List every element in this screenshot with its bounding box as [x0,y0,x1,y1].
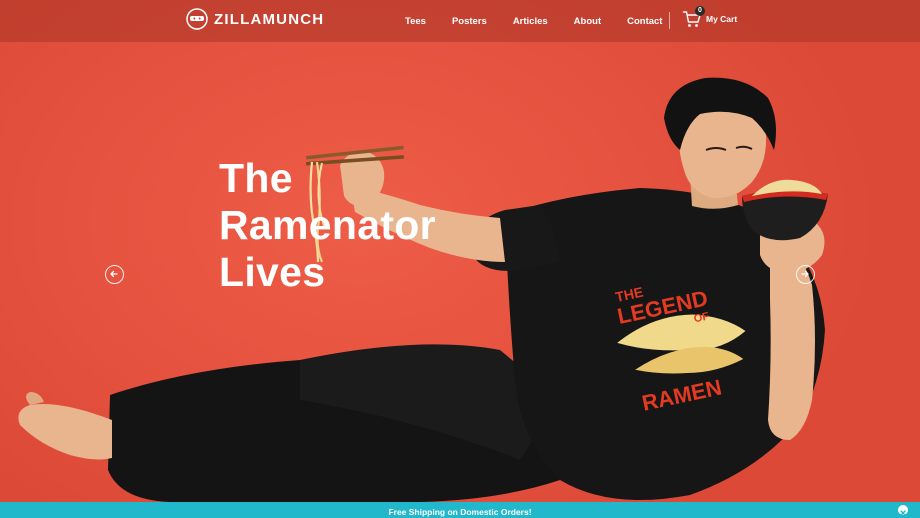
hero-headline: The Ramenator Lives [219,155,436,296]
promo-text: Free Shipping on Domestic Orders! [388,507,532,517]
nav-item-articles[interactable]: Articles [513,16,548,27]
brand-logo[interactable]: ZILLAMUNCH [186,7,324,31]
slider-prev-button[interactable] [105,265,124,284]
nav-divider [669,12,670,29]
close-icon [900,510,906,516]
slider-next-button[interactable] [796,265,815,284]
promo-bar: Free Shipping on Domestic Orders! [0,502,920,518]
page: THE LEGEND OF RAMEN The Ramenator Lives [0,0,920,518]
hero-photo: THE LEGEND OF RAMEN [18,77,828,502]
cart-button[interactable]: 0 My Cart [682,6,738,29]
promo-close-button[interactable] [898,505,908,516]
arrow-right-icon [801,270,809,278]
nav-item-tees[interactable]: Tees [405,16,426,27]
brand-name: ZILLAMUNCH [214,10,325,28]
nav-item-about[interactable]: About [574,16,601,27]
headline-line-1: The [219,155,293,201]
headline-line-3: Lives [219,249,326,295]
cart-label: My Cart [706,14,738,24]
ninja-face-icon [186,8,208,30]
nav-item-posters[interactable]: Posters [452,16,487,27]
nav-item-contact[interactable]: Contact [627,16,662,27]
hero-slide: THE LEGEND OF RAMEN The Ramenator Lives [0,0,920,518]
cart-count-badge: 0 [695,6,705,16]
headline-line-2: Ramenator [219,202,436,248]
arrow-left-icon [110,270,118,278]
main-nav: Tees Posters Articles About Contact [405,0,662,42]
site-header: ZILLAMUNCH Tees Posters Articles About C… [0,0,920,42]
cart-icon-wrap: 0 [682,6,705,29]
